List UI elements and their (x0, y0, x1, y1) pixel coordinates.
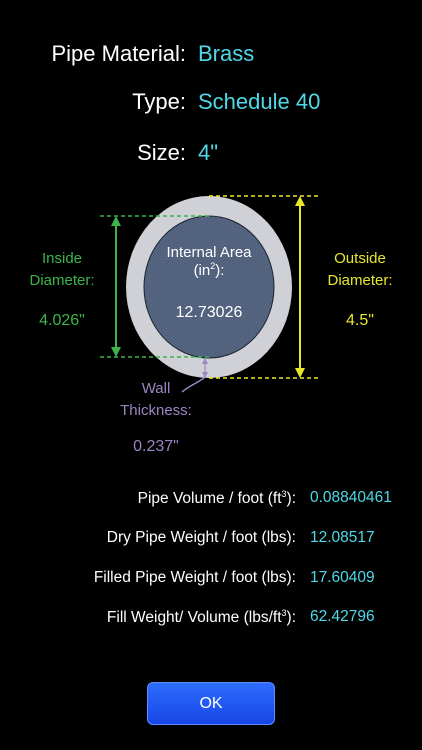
pipe-inner-bore (143, 215, 275, 359)
fill-weight-volume-label: Fill Weight/ Volume (lbs/ft3): (106, 608, 296, 627)
type-value[interactable]: Schedule 40 (198, 89, 320, 115)
dry-weight-value: 12.08517 (310, 529, 375, 546)
size-value[interactable]: 4" (198, 140, 218, 166)
internal-area-label: Internal Area (in2): (166, 244, 252, 279)
pipe-volume-label: Pipe Volume / foot (ft3): (137, 489, 296, 508)
inside-diameter-label: Inside Diameter: (29, 250, 95, 289)
filled-weight-label: Filled Pipe Weight / foot (lbs): (93, 569, 296, 586)
dry-weight-label: Dry Pipe Weight / foot (lbs): (106, 529, 296, 546)
fill-weight-volume-value: 62.42796 (310, 608, 375, 625)
type-label: Type: (132, 89, 186, 114)
inside-diameter-value: 4.026" (39, 312, 85, 329)
wall-thickness-label: Wall Thickness: (120, 380, 192, 419)
material-value[interactable]: Brass (198, 41, 254, 67)
ok-button[interactable]: OK (147, 682, 275, 725)
wall-thickness-value: 0.237" (133, 438, 179, 455)
outside-diameter-label: Outside Diameter: (327, 250, 393, 289)
material-label: Pipe Material: (51, 41, 186, 66)
outside-diameter-value: 4.5" (346, 312, 374, 329)
internal-area-value: 12.73026 (175, 304, 243, 321)
size-label: Size: (137, 140, 186, 165)
pipe-volume-value: 0.08840461 (310, 489, 392, 506)
filled-weight-value: 17.60409 (310, 569, 375, 586)
